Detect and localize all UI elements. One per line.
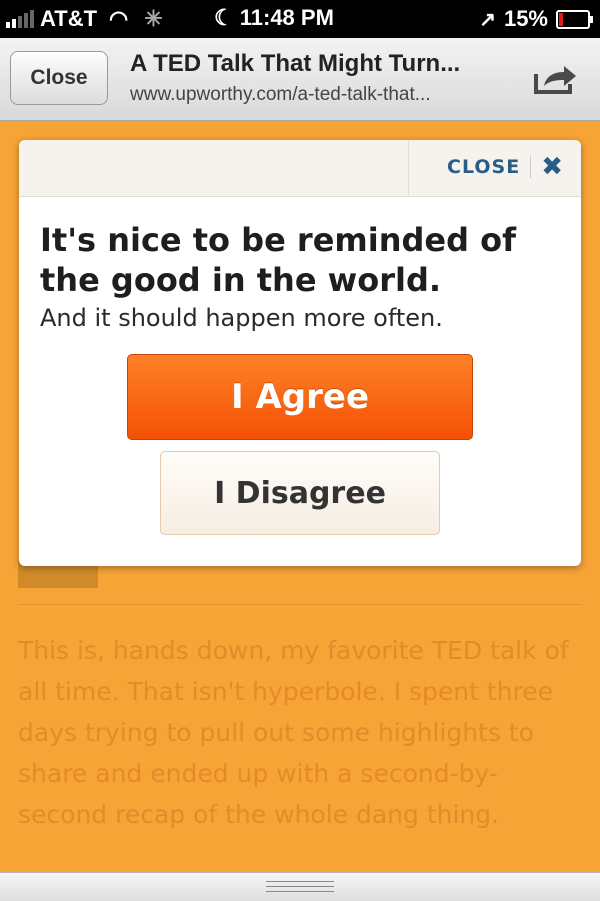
article-paragraph: This is, hands down, my favorite TED tal… xyxy=(18,636,569,829)
browser-title-bar: Close A TED Talk That Might Turn... www.… xyxy=(0,38,600,121)
carrier-label: AT&T xyxy=(40,6,98,31)
status-bar: AT&T ◠ ✳ ☾ 11:48 PM ↗ 15% xyxy=(0,0,600,38)
agree-button[interactable]: I Agree xyxy=(127,354,473,440)
location-arrow-icon: ↗ xyxy=(479,8,496,31)
modal-close-label: CLOSE xyxy=(447,156,521,178)
signal-strength-icon xyxy=(6,10,34,28)
article-body: This is, hands down, my favorite TED tal… xyxy=(18,630,583,877)
modal-subline: And it should happen more often. xyxy=(40,304,443,332)
bottom-toolbar xyxy=(0,872,600,901)
article-divider xyxy=(18,604,582,605)
share-button[interactable] xyxy=(530,58,582,98)
modal-header: CLOSE ✖ xyxy=(19,140,581,197)
loading-spinner-icon: ✳ xyxy=(144,6,163,31)
clock-time: 11:48 PM xyxy=(239,5,334,30)
browser-close-button[interactable]: Close xyxy=(10,51,108,105)
disagree-button[interactable]: I Disagree xyxy=(160,451,440,535)
status-left: AT&T ◠ ✳ xyxy=(6,6,163,32)
battery-percent: 15% xyxy=(503,6,548,31)
share-icon xyxy=(534,66,576,94)
drag-handle-icon[interactable] xyxy=(266,881,334,892)
modal-close-button[interactable]: CLOSE ✖ xyxy=(447,152,563,182)
wifi-icon: ◠ xyxy=(109,6,129,31)
page-title: A TED Talk That Might Turn... xyxy=(130,50,461,77)
status-right: ↗ 15% xyxy=(479,6,593,32)
modal-headline: It's nice to be reminded of the good in … xyxy=(40,221,517,299)
modal-header-divider xyxy=(408,140,409,196)
close-separator xyxy=(530,156,532,178)
do-not-disturb-moon-icon: ☾ xyxy=(214,5,234,30)
page-url: www.upworthy.com/a-ted-talk-that... xyxy=(130,84,431,105)
share-prompt-modal: CLOSE ✖ It's nice to be reminded of the … xyxy=(19,140,581,566)
status-center: ☾ 11:48 PM xyxy=(214,5,334,31)
battery-icon xyxy=(556,9,593,29)
close-icon: ✖ xyxy=(541,152,563,182)
